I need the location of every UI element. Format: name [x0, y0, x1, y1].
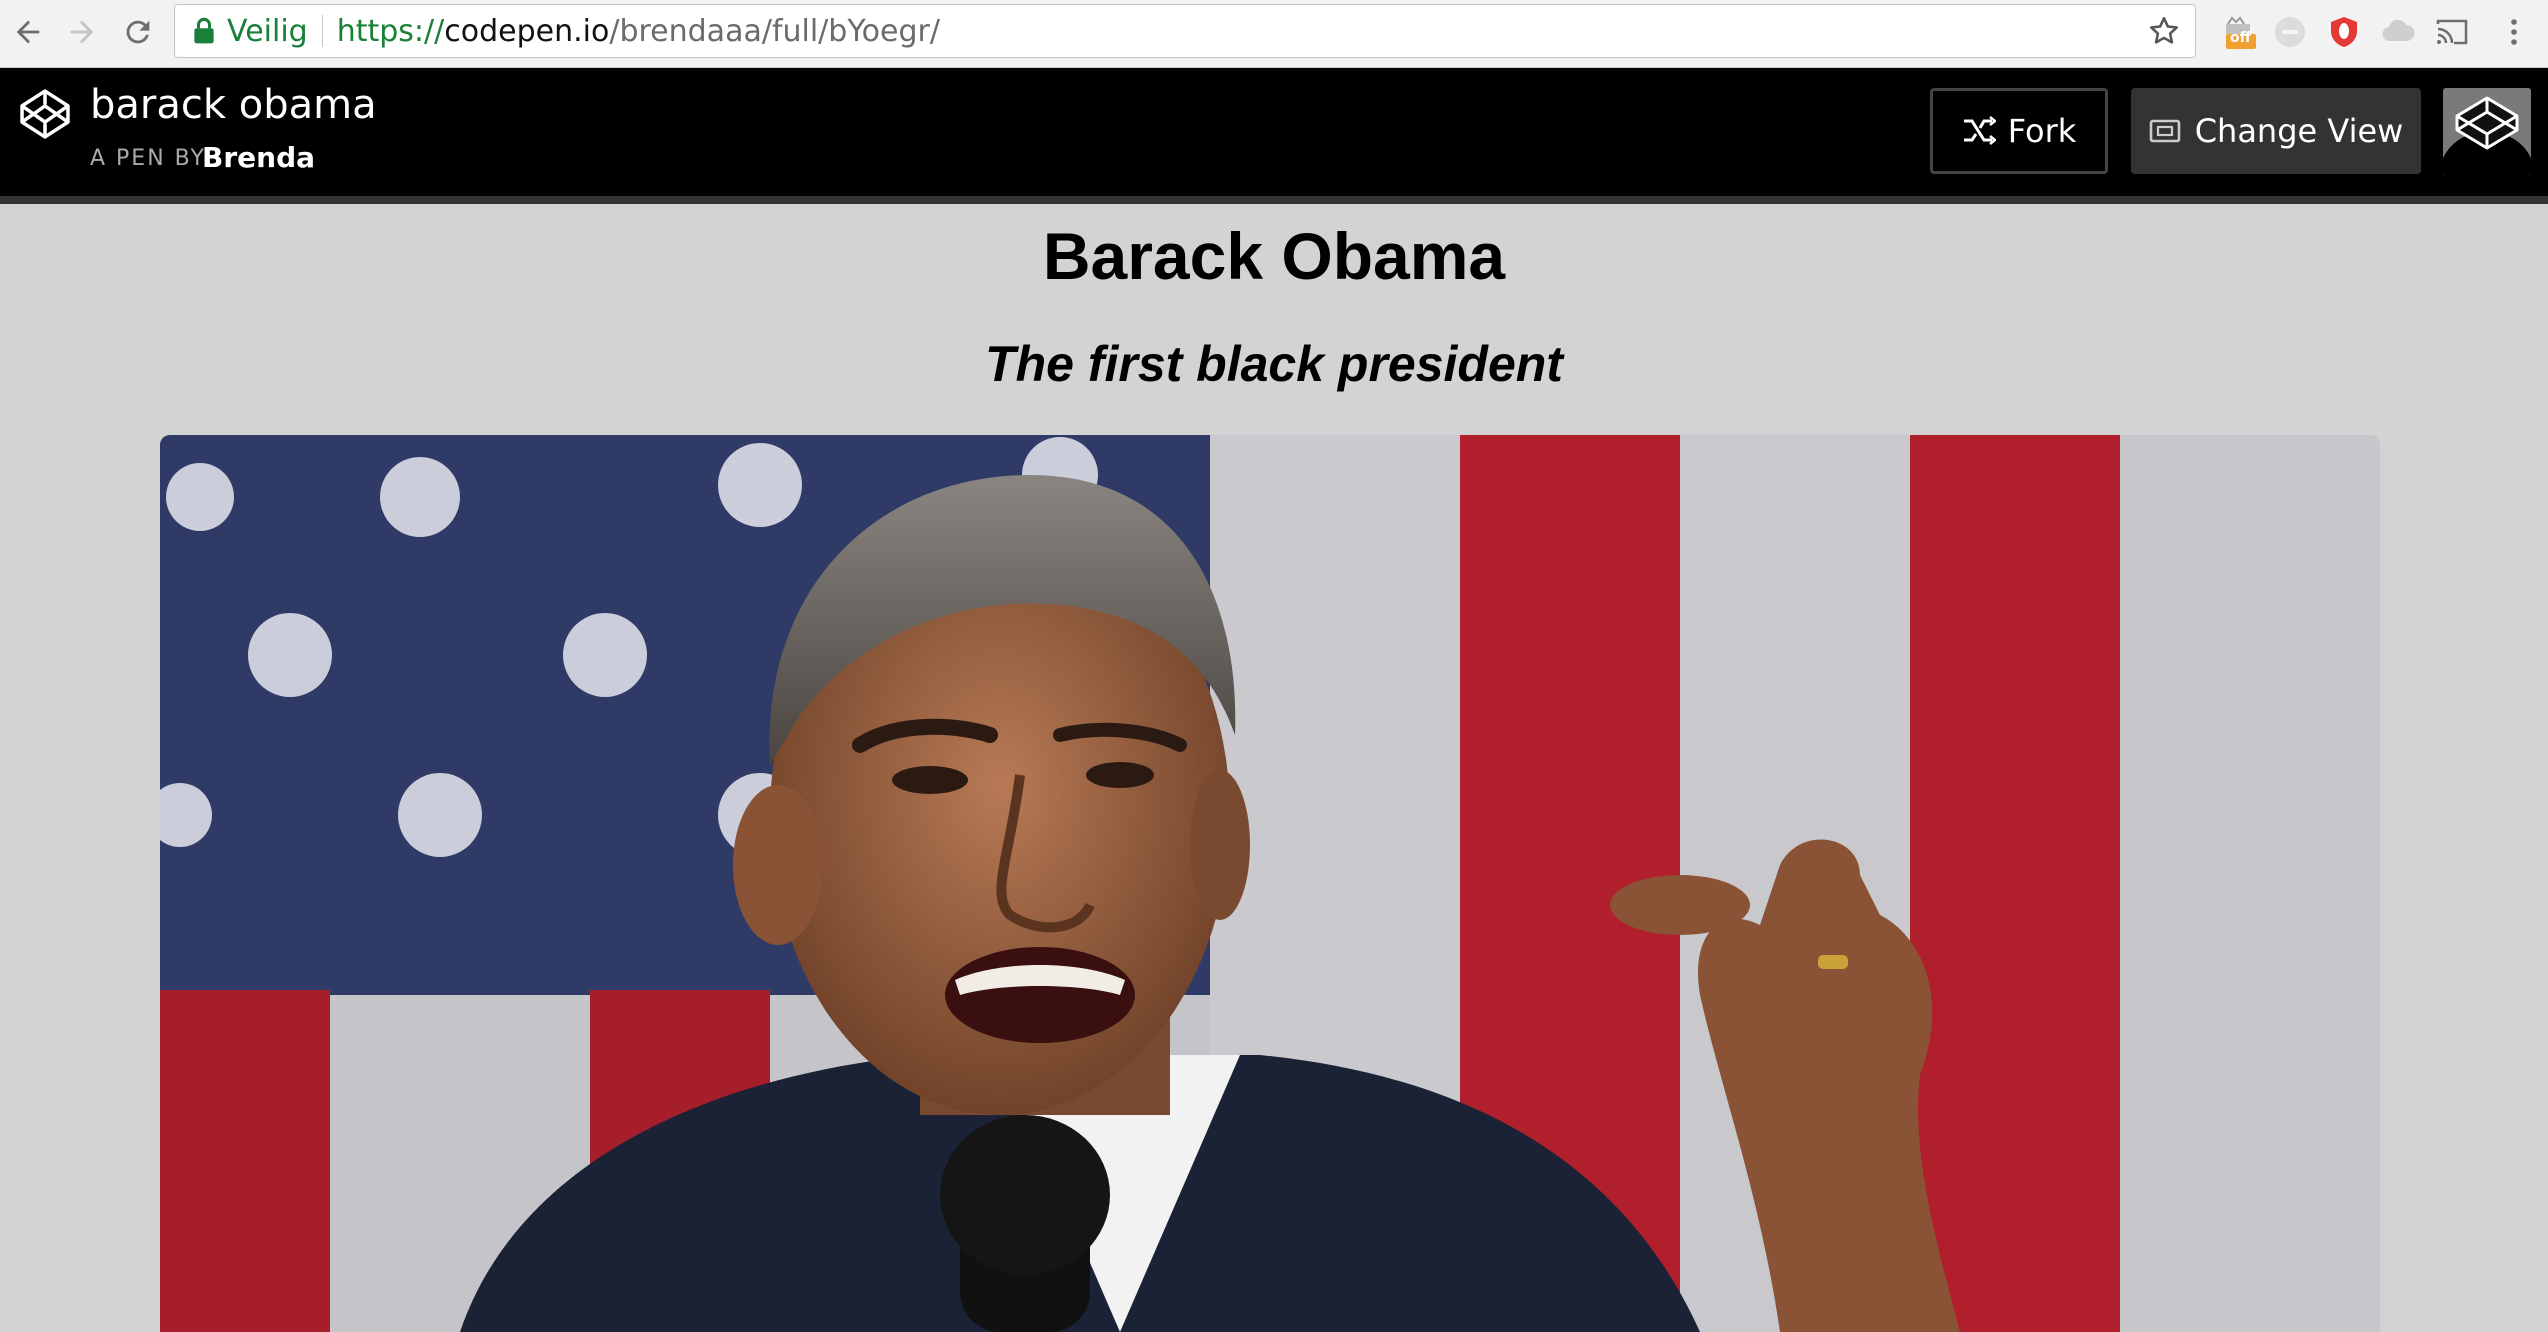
fork-label: Fork [2007, 112, 2077, 150]
extension-badge-text: off [2230, 30, 2251, 46]
codepen-logo-icon[interactable] [18, 87, 72, 141]
url-text[interactable]: https://codepen.io/brendaaa/full/bYoegr/ [337, 14, 940, 49]
pen-title: barack obama [90, 82, 377, 128]
obama-portrait-image [160, 435, 2380, 1332]
url-path: /brendaaa/full/bYoegr/ [609, 13, 940, 49]
omnibox-divider [321, 15, 323, 47]
extension-opera-vpn[interactable] [2324, 12, 2364, 52]
avatar-codepen-icon [2443, 88, 2531, 176]
bookmark-star-icon[interactable] [2147, 14, 2181, 48]
extension-off-badge[interactable]: off [2218, 12, 2258, 52]
change-view-label: Change View [2194, 112, 2404, 150]
forward-button[interactable] [60, 10, 104, 54]
fork-icon [1963, 116, 1996, 145]
address-bar[interactable]: Veilig https://codepen.io/brendaaa/full/… [174, 4, 2196, 58]
page-subtitle: The first black president [985, 336, 1563, 392]
back-arrow-icon [16, 20, 40, 44]
kebab-menu-icon [2511, 19, 2517, 45]
lock-icon [194, 17, 214, 44]
browser-menu-button[interactable] [2494, 12, 2534, 52]
user-avatar[interactable] [2443, 88, 2531, 176]
browser-toolbar: Veilig https://codepen.io/brendaaa/full/… [0, 0, 2548, 68]
back-button[interactable] [6, 10, 50, 54]
url-scheme: https:// [336, 13, 445, 49]
pen-by-label: A PEN BY [90, 146, 206, 171]
portrait-illustration [160, 435, 2380, 1332]
cast-icon [2436, 19, 2468, 45]
red-shield-icon [2331, 17, 2357, 47]
reload-icon [126, 20, 150, 44]
page-title: Barack Obama [1042, 219, 1506, 293]
secure-label: Veilig [227, 13, 308, 49]
change-view-icon [2149, 119, 2180, 143]
change-view-button[interactable]: Change View [2131, 88, 2421, 174]
cloud-icon [2382, 19, 2415, 42]
fork-button[interactable]: Fork [1930, 88, 2108, 174]
reload-button[interactable] [116, 10, 160, 54]
circle-extension-icon [2275, 17, 2305, 47]
extension-gray-circle[interactable] [2270, 12, 2310, 52]
forward-arrow-icon [70, 20, 94, 44]
extension-cloud[interactable] [2378, 12, 2418, 52]
codepen-header: barack obama A PEN BY Brenda Fork Change… [0, 68, 2548, 204]
url-host: codepen.io [444, 13, 610, 49]
cast-button[interactable] [2432, 12, 2472, 52]
pen-author-link[interactable]: Brenda [202, 141, 315, 174]
